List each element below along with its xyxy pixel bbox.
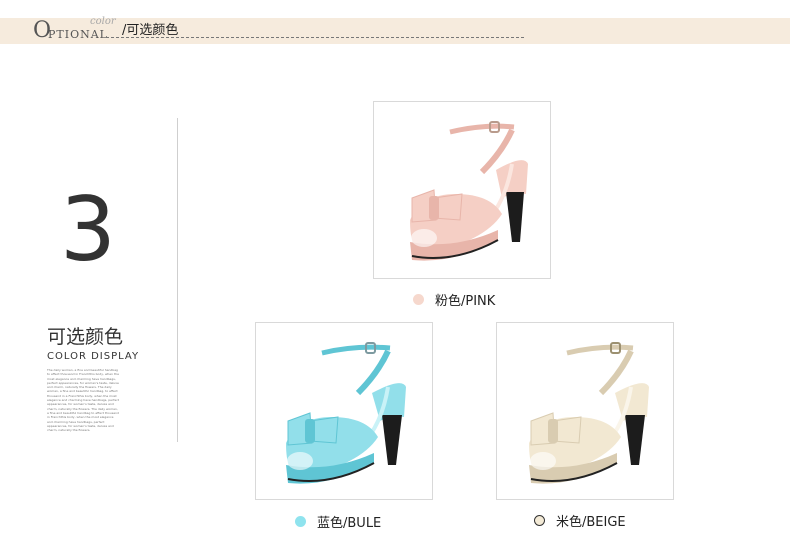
logo-script: color: [90, 16, 116, 27]
blue-label: 蓝色/BULE: [317, 515, 382, 531]
section-subtitle: COLOR DISPLAY: [47, 351, 140, 362]
section-number: 3: [60, 178, 116, 281]
beige-caption: 米色/BEIGE: [534, 511, 626, 530]
pink-label: 粉色/PINK: [435, 293, 496, 309]
pink-shoe-card[interactable]: [373, 101, 551, 279]
beige-shoe-card[interactable]: [496, 322, 674, 500]
beige-swatch: [534, 514, 545, 526]
pink-caption: 粉色/PINK: [413, 290, 496, 309]
blue-shoe-card[interactable]: [255, 322, 433, 500]
vertical-divider: [177, 118, 178, 442]
header-title: /可选颜色: [122, 23, 179, 38]
shoe-heel: [506, 192, 524, 242]
header-band: [0, 18, 790, 44]
beige-label: 米色/BEIGE: [556, 514, 626, 530]
logo-text: PTIONAL: [48, 28, 108, 41]
pink-sandal-image: [410, 121, 528, 261]
pink-swatch: [413, 293, 424, 305]
section-title: 可选颜色: [47, 326, 124, 348]
blue-sandal-image: [286, 342, 406, 484]
blue-swatch: [295, 515, 306, 527]
blue-caption: 蓝色/BULE: [295, 512, 382, 531]
header-divider: [106, 37, 524, 38]
beige-sandal-image: [529, 342, 649, 484]
fine-print: The daily woman, a fine and beautiful ha…: [47, 368, 119, 433]
